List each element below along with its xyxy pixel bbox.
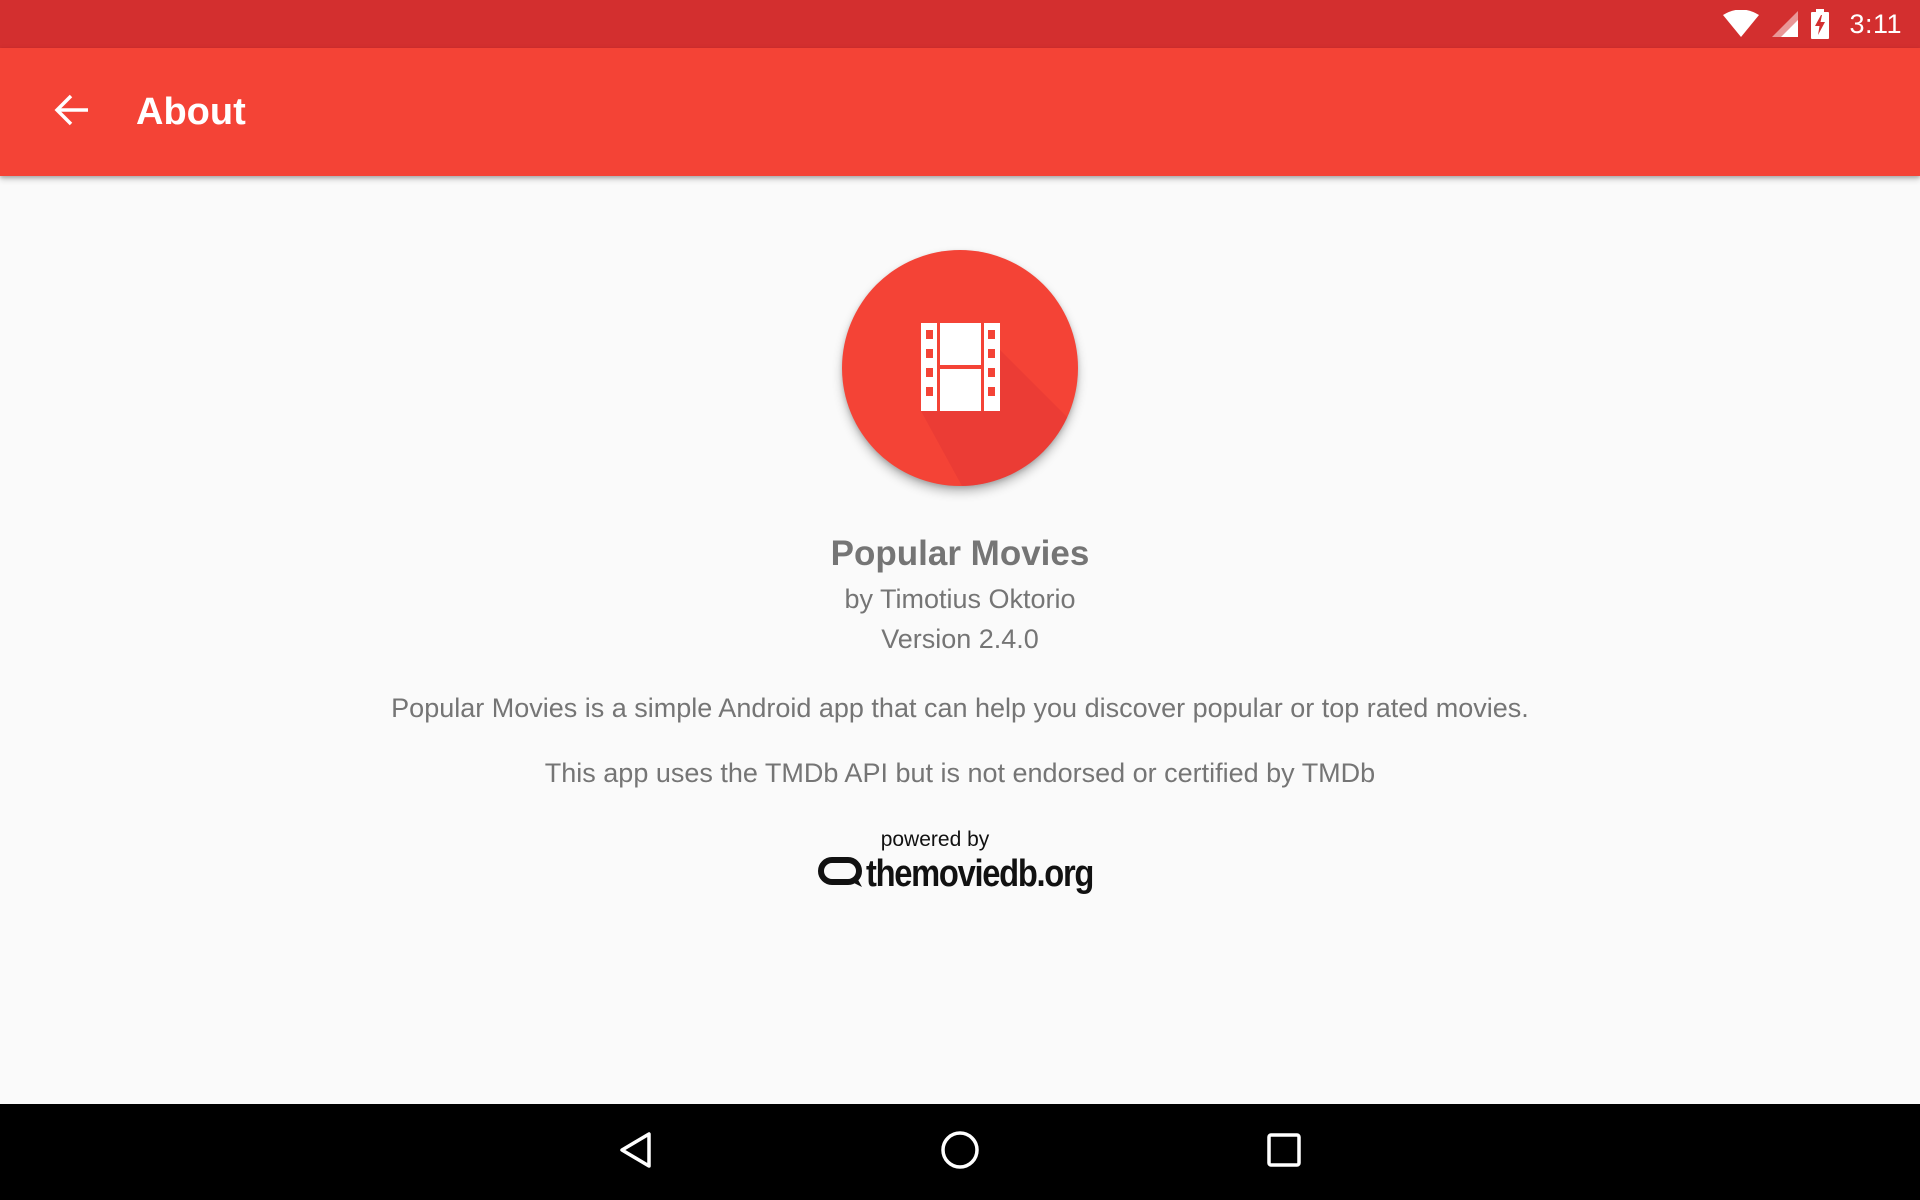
- navigation-bar: [0, 1104, 1920, 1200]
- tmdb-logo[interactable]: powered by themoviedb.org: [818, 829, 1102, 896]
- arrow-back-icon: [54, 94, 90, 131]
- nav-back-button[interactable]: [606, 1122, 666, 1182]
- back-button[interactable]: [36, 76, 108, 148]
- app-name: Popular Movies: [830, 534, 1090, 573]
- tmdb-wordmark: themoviedb.org: [866, 853, 1094, 895]
- movie-film-icon: [921, 323, 1078, 486]
- cell-signal-icon: [1771, 10, 1799, 38]
- app-toolbar: About: [0, 48, 1920, 176]
- home-nav-icon: [940, 1130, 980, 1175]
- nav-recents-button[interactable]: [1254, 1122, 1314, 1182]
- about-screen: 3:11 About Popular Movies by Timotius Ok…: [0, 0, 1920, 1200]
- tmdb-logo-row: themoviedb.org: [818, 853, 1102, 896]
- app-version: Version 2.4.0: [881, 624, 1039, 654]
- status-bar: 3:11: [0, 0, 1920, 48]
- tmdb-speech-icon: [818, 856, 864, 893]
- about-content: Popular Movies by Timotius Oktorio Versi…: [0, 176, 1920, 1104]
- tmdb-disclaimer: This app uses the TMDb API but is not en…: [544, 758, 1376, 788]
- wifi-icon: [1723, 10, 1760, 38]
- status-time: 3:11: [1849, 8, 1902, 39]
- nav-home-button[interactable]: [930, 1122, 990, 1182]
- app-author: by Timotius Oktorio: [844, 584, 1076, 614]
- app-description: Popular Movies is a simple Android app t…: [391, 693, 1529, 723]
- tmdb-powered-by: powered by: [880, 828, 990, 851]
- battery-charging-icon: [1811, 9, 1830, 39]
- back-nav-icon: [618, 1130, 654, 1175]
- page-title: About: [136, 90, 246, 133]
- status-icons: 3:11: [1723, 9, 1902, 40]
- app-icon: [842, 250, 1078, 486]
- recents-nav-icon: [1266, 1132, 1302, 1173]
